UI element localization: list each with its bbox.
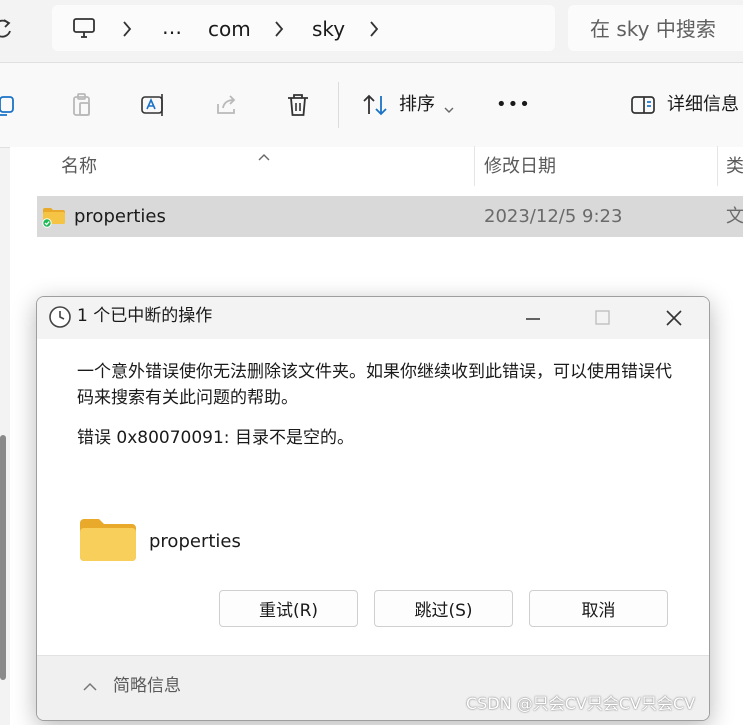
chevron-right-icon[interactable] [368, 20, 380, 42]
computer-icon[interactable] [72, 16, 96, 44]
item-name: properties [149, 531, 241, 552]
column-header-name[interactable]: 名称 [61, 158, 97, 176]
cancel-button[interactable]: 取消 [529, 590, 668, 627]
file-name[interactable]: properties [74, 208, 166, 226]
file-type: 文 [726, 206, 743, 227]
breadcrumb-overflow[interactable]: … [162, 17, 182, 37]
retry-button[interactable]: 重试(R) [219, 590, 358, 627]
share-icon [214, 92, 240, 122]
dialog-title: 1 个已中断的操作 [77, 306, 213, 326]
folder-icon [42, 206, 66, 232]
maximize-icon [593, 308, 613, 332]
more-options-button[interactable]: ••• [496, 96, 531, 114]
details-button[interactable]: 详细信息 [667, 96, 739, 114]
column-header-modified[interactable]: 修改日期 [484, 158, 556, 176]
search-placeholder: 在 sky 中搜索 [590, 17, 716, 41]
refresh-icon[interactable] [0, 17, 14, 45]
error-dialog: 1 个已中断的操作 一个意外错误使你无法删除该文件夹。如果你继续收到此错误，可以… [36, 296, 710, 721]
copy-icon[interactable] [0, 92, 18, 122]
sort-icon[interactable] [362, 93, 390, 121]
watermark: CSDN @只会CV只会CV只会CV [466, 694, 696, 713]
fewer-details-toggle[interactable]: 简略信息 [113, 678, 181, 695]
delete-icon[interactable] [285, 92, 311, 122]
chevron-down-icon[interactable] [443, 100, 455, 119]
chevron-right-icon[interactable] [273, 20, 285, 42]
error-code-text: 错误 0x80070091: 目录不是空的。 [77, 428, 354, 448]
chevron-right-icon[interactable] [121, 20, 133, 42]
minimize-icon[interactable] [523, 309, 543, 333]
skip-button[interactable]: 跳过(S) [374, 590, 513, 627]
scrollbar[interactable] [0, 435, 6, 680]
close-icon[interactable] [663, 307, 685, 333]
toolbar-separator [338, 82, 339, 128]
dialog-message: 一个意外错误使你无法删除该文件夹。如果你继续收到此错误，可以使用错误代码来搜索有… [77, 362, 672, 408]
folder-icon [79, 517, 137, 567]
breadcrumb-com[interactable]: com [208, 19, 251, 39]
breadcrumb-sky[interactable]: sky [312, 19, 345, 39]
sort-button[interactable]: 排序 [399, 96, 435, 114]
column-header-type[interactable]: 类 [726, 158, 743, 176]
chevron-up-icon[interactable] [82, 678, 98, 697]
rename-icon[interactable] [140, 92, 168, 122]
clock-icon [48, 305, 72, 333]
file-modified: 2023/12/5 9:23 [484, 206, 623, 227]
column-divider[interactable] [717, 146, 718, 186]
sort-ascending-icon [257, 146, 271, 165]
paste-icon [69, 92, 95, 122]
column-divider[interactable] [474, 146, 475, 186]
details-pane-icon[interactable] [630, 94, 656, 120]
